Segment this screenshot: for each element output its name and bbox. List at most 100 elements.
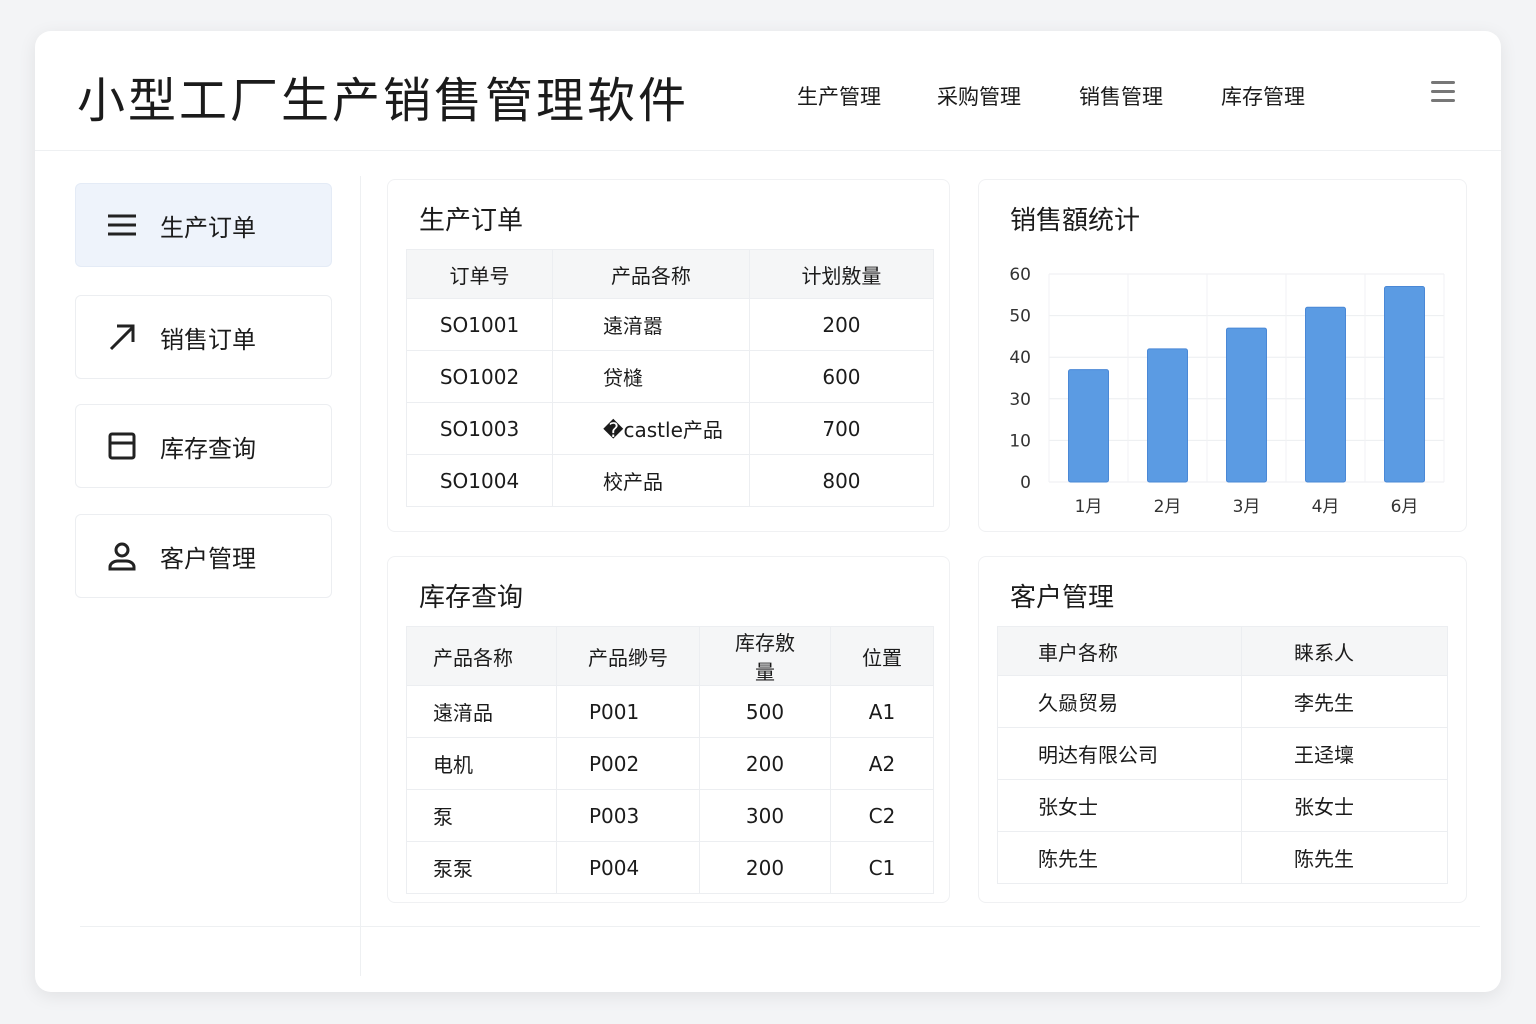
table-row[interactable]: 张女士 张女士 <box>997 779 1448 832</box>
sidebar-item-sales-orders[interactable]: 销售订单 <box>75 295 332 379</box>
table-cell: SO1001 <box>406 298 553 351</box>
sidebar-item-label: 销售订单 <box>160 325 256 354</box>
bar <box>1226 327 1267 483</box>
table-cell: P003 <box>556 789 700 842</box>
table-row[interactable]: 泵 P003 300 C2 <box>406 789 934 842</box>
table-cell: 200 <box>699 737 831 790</box>
table-cell: C1 <box>830 841 934 894</box>
column-header: 位置 <box>830 626 934 686</box>
table-cell: A2 <box>830 737 934 790</box>
table-cell: 300 <box>699 789 831 842</box>
customers-table: 車户各称 睐系人 久赑贸易 李先生 明达有限公司 王迳壈 张女士 张女士 陈先生 陈先生 <box>997 626 1448 884</box>
sidebar-item-customers[interactable]: 客户管理 <box>75 514 332 598</box>
production-orders-table: 订单号 产品各称 计划敫量 SO1001 遠湇嚣 200 SO1002 贷槰 600 SO100… <box>406 249 934 507</box>
panel-title: 库存查询 <box>419 583 524 613</box>
table-cell: �castle产品 <box>552 402 750 455</box>
hamburger-icon[interactable] <box>1431 81 1455 105</box>
table-cell: P002 <box>556 737 700 790</box>
bar <box>1384 285 1425 483</box>
app-window: 小型工厂生产销售管理软件 生产管理 采购管理 销售管理 库存管理 生产订单 销售… <box>35 31 1501 992</box>
table-cell: 泵泵 <box>406 841 557 894</box>
nav-production[interactable]: 生产管理 <box>797 81 881 111</box>
y-tick-label: 0 <box>1020 473 1031 493</box>
table-row[interactable]: 陈先生 陈先生 <box>997 831 1448 884</box>
column-header: 订单号 <box>406 249 553 299</box>
table-row[interactable]: SO1001 遠湇嚣 200 <box>406 298 934 351</box>
sidebar-item-label: 客户管理 <box>160 544 256 573</box>
table-cell: 王迳壈 <box>1241 727 1448 780</box>
table-cell: P001 <box>556 685 700 738</box>
x-tick-label: 6月 <box>1391 497 1419 517</box>
x-tick-label: 3月 <box>1233 497 1261 517</box>
table-cell: 陈先生 <box>1241 831 1448 884</box>
table-cell: SO1003 <box>406 402 553 455</box>
table-cell: 张女士 <box>1241 779 1448 832</box>
table-row[interactable]: 遠湇品 P001 500 A1 <box>406 685 934 738</box>
sidebar-item-production-orders[interactable]: 生产订单 <box>75 183 332 267</box>
divider <box>360 176 361 976</box>
table-cell: 200 <box>699 841 831 894</box>
y-tick-label: 10 <box>1009 431 1031 451</box>
table-cell: 张女士 <box>997 779 1242 832</box>
column-header: 产品缈号 <box>556 626 700 686</box>
y-tick-label: 40 <box>1009 348 1031 368</box>
table-cell: 久赑贸易 <box>997 675 1242 728</box>
table-cell: SO1002 <box>406 350 553 403</box>
table-cell: 遠湇嚣 <box>552 298 750 351</box>
list-icon <box>108 214 136 236</box>
table-cell: 李先生 <box>1241 675 1448 728</box>
nav-sales[interactable]: 销售管理 <box>1079 81 1163 111</box>
table-cell: 800 <box>748 454 934 507</box>
sidebar-item-inventory[interactable]: 库存查询 <box>75 404 332 488</box>
app-title: 小型工厂生产销售管理软件 <box>77 73 690 129</box>
sidebar-item-label: 库存查询 <box>160 434 256 463</box>
table-row[interactable]: 泵泵 P004 200 C1 <box>406 841 934 894</box>
panel-title: 生产订单 <box>419 206 524 236</box>
table-row[interactable]: SO1004 校产品 800 <box>406 454 934 507</box>
table-row[interactable]: 久赑贸易 李先生 <box>997 675 1448 728</box>
bar <box>1147 348 1188 483</box>
x-tick-label: 2月 <box>1154 497 1182 517</box>
table-row[interactable]: 电机 P002 200 A2 <box>406 737 934 790</box>
bar <box>1305 306 1346 483</box>
x-tick-label: 1月 <box>1075 497 1103 517</box>
table-cell: 500 <box>699 685 831 738</box>
table-cell: SO1004 <box>406 454 553 507</box>
table-cell: 泵 <box>406 789 557 842</box>
box-icon <box>108 432 136 460</box>
table-cell: 陈先生 <box>997 831 1242 884</box>
table-cell: P004 <box>556 841 700 894</box>
column-header: 产品各称 <box>406 626 557 686</box>
column-header: 車户各称 <box>997 626 1242 676</box>
x-tick-label: 4月 <box>1312 497 1340 517</box>
table-cell: 700 <box>748 402 934 455</box>
column-header: 产品各称 <box>552 249 750 299</box>
column-header: 库存敫量 <box>699 626 831 686</box>
nav-purchase[interactable]: 采购管理 <box>937 81 1021 111</box>
inventory-panel: 库存查询 产品各称 产品缈号 库存敫量 位置 遠湇品 P001 500 A1 电机 P002 20… <box>387 556 950 903</box>
nav-inventory[interactable]: 库存管理 <box>1221 81 1305 111</box>
table-cell: 电机 <box>406 737 557 790</box>
panel-title: 客户管理 <box>1010 583 1115 613</box>
table-row[interactable]: 明达有限公司 王迳壈 <box>997 727 1448 780</box>
table-cell: 遠湇品 <box>406 685 557 738</box>
table-row[interactable]: SO1002 贷槰 600 <box>406 350 934 403</box>
table-row[interactable]: SO1003 �castle产品 700 <box>406 402 934 455</box>
bar <box>1068 369 1109 483</box>
column-header: 睐系人 <box>1241 626 1448 676</box>
header: 小型工厂生产销售管理软件 生产管理 采购管理 销售管理 库存管理 <box>35 31 1501 151</box>
y-tick-label: 50 <box>1009 307 1031 327</box>
table-cell: A1 <box>830 685 934 738</box>
table-cell: 600 <box>748 350 934 403</box>
table-cell: 明达有限公司 <box>997 727 1242 780</box>
inventory-table: 产品各称 产品缈号 库存敫量 位置 遠湇品 P001 500 A1 电机 P002 200 A2 泵 P… <box>406 626 934 894</box>
customers-panel: 客户管理 車户各称 睐系人 久赑贸易 李先生 明达有限公司 王迳壈 张女士 张女士 陈先生 陈先… <box>978 556 1467 903</box>
arrow-up-right-icon <box>109 324 135 351</box>
table-cell: 200 <box>748 298 934 351</box>
column-header: 计划敫量 <box>748 249 934 299</box>
table-cell: C2 <box>830 789 934 842</box>
user-icon <box>108 542 136 571</box>
table-cell: 校产品 <box>552 454 750 507</box>
table-cell: 贷槰 <box>552 350 750 403</box>
y-tick-label: 60 <box>1009 265 1031 285</box>
